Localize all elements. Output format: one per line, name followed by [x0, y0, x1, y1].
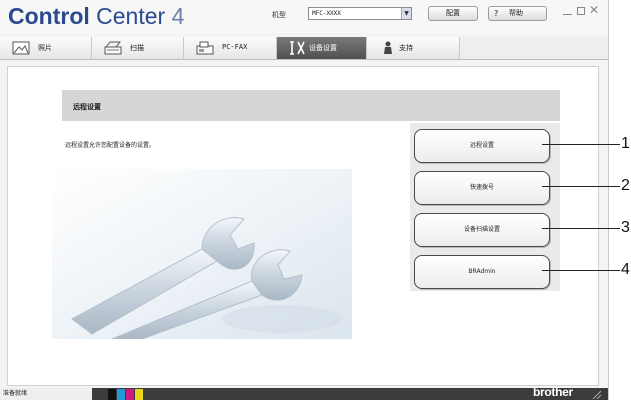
tab-bar: 照片 扫描 PC-FAX 设备设置 支持	[0, 37, 608, 60]
status-text: 准备就绪	[0, 388, 92, 400]
support-icon	[384, 41, 392, 54]
tab-label: 支持	[399, 44, 413, 52]
tab-label: PC-FAX	[222, 43, 248, 51]
device-scan-settings-button[interactable]: 设备扫描设置	[414, 213, 550, 247]
ink-bar-yellow	[135, 389, 143, 400]
logo-word-center: Center	[96, 3, 166, 29]
ink-level-indicator[interactable]	[108, 389, 146, 400]
remote-setup-button[interactable]: 远程设置	[414, 129, 550, 163]
app-logo: Control Center 4	[8, 2, 184, 30]
brother-logo: brother	[533, 385, 573, 399]
help-label: 帮助	[509, 9, 523, 17]
config-button[interactable]: 配置	[428, 6, 478, 21]
callout-number-4: 4	[621, 261, 630, 278]
tab-pc-fax[interactable]: PC-FAX	[184, 37, 277, 59]
callout-line-1	[542, 144, 620, 145]
device-settings-icon	[290, 41, 305, 55]
scanner-icon	[104, 41, 122, 55]
callout-line-3	[542, 228, 620, 229]
maximize-icon[interactable]	[577, 7, 585, 15]
section-description: 远程设置允许您配置设备的设置。	[65, 142, 156, 149]
tab-label: 扫描	[130, 44, 144, 52]
ink-bar-cyan	[117, 389, 125, 400]
callout-number-1: 1	[621, 135, 630, 152]
chevron-down-icon[interactable]: ▼	[401, 8, 411, 19]
tab-label: 设备设置	[309, 44, 337, 52]
tab-device-settings[interactable]: 设备设置	[277, 37, 367, 59]
bradmin-button[interactable]: BRAdmin	[414, 255, 550, 289]
logo-word-control: Control	[8, 3, 90, 29]
callout-number-2: 2	[621, 177, 630, 194]
callout-line-4	[542, 270, 620, 271]
help-icon: ?	[494, 9, 499, 18]
help-button[interactable]: ? 帮助	[488, 6, 547, 21]
tab-photo[interactable]: 照片	[0, 37, 92, 59]
tab-label: 照片	[38, 44, 52, 52]
resize-grip-icon[interactable]	[590, 389, 602, 399]
section-header: 远程设置	[62, 90, 560, 121]
status-bar: 准备就绪 brother	[0, 385, 608, 400]
logo-version: 4	[171, 3, 185, 29]
section-title: 远程设置	[73, 103, 101, 111]
fax-icon	[196, 41, 214, 55]
title-bar: Control Center 4 机型 MFC-XXXX ▼ 配置 ? 帮助 ✕	[0, 0, 608, 33]
content-panel: 远程设置 远程设置允许您配置设备的设置。 远程设置 快速拨号 设备扫描设置 BR…	[7, 66, 599, 386]
speed-dial-button[interactable]: 快速拨号	[414, 171, 550, 205]
wrench-illustration	[52, 169, 352, 339]
ink-bar-magenta	[126, 389, 134, 400]
model-label: 机型	[272, 11, 286, 19]
ink-bar-black	[108, 389, 116, 400]
tab-scan[interactable]: 扫描	[92, 37, 184, 59]
callout-line-2	[542, 186, 620, 187]
photo-icon	[12, 41, 30, 55]
minimize-icon[interactable]	[563, 8, 572, 17]
callout-number-3: 3	[621, 219, 630, 236]
tab-support[interactable]: 支持	[367, 37, 460, 59]
close-icon[interactable]: ✕	[589, 3, 599, 17]
model-select[interactable]: MFC-XXXX	[308, 7, 412, 20]
control-center-window: Control Center 4 机型 MFC-XXXX ▼ 配置 ? 帮助 ✕…	[0, 0, 609, 400]
